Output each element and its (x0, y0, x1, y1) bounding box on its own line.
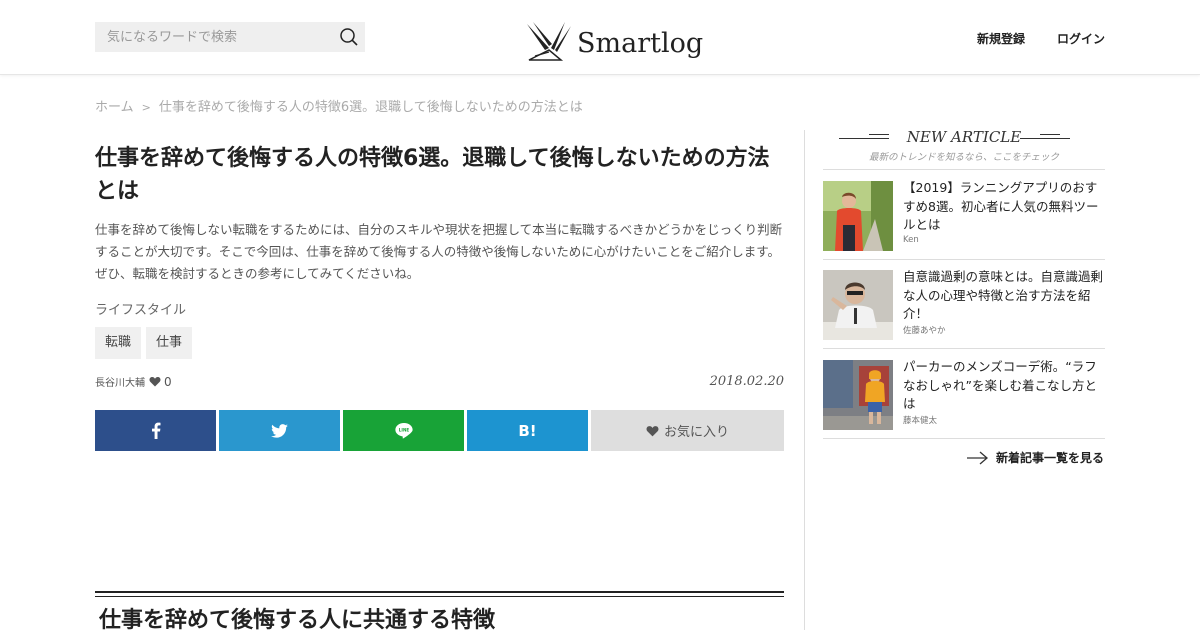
site-header: Smartlog 新規登録 ログイン (0, 0, 1200, 75)
article-card-author: 藤本健太 (903, 416, 938, 426)
logo-text: Smartlog (577, 28, 704, 59)
twitter-share-button[interactable] (219, 410, 340, 451)
tag-item[interactable]: 仕事 (146, 327, 193, 359)
more-articles-label: 新着記事一覧を見る (996, 451, 1105, 465)
column-divider (804, 130, 805, 630)
section-rule (95, 596, 784, 597)
line-share-button[interactable]: LINE (343, 410, 464, 451)
hatena-bookmark-button[interactable]: B! (467, 410, 588, 451)
breadcrumb: ホーム > 仕事を辞めて後悔する人の特徴6選。退職して後悔しないための方法とは (95, 96, 583, 115)
search-input[interactable] (95, 22, 325, 52)
section-rule (95, 591, 784, 593)
publish-date: 2018.02.20 (709, 374, 784, 389)
article-thumbnail[interactable] (823, 360, 893, 430)
article-card[interactable]: パーカーのメンズコーデ術。“ラフなおしゃれ”を楽しむ着こなし方とは 藤本健太 (823, 349, 1105, 439)
search-icon[interactable] (339, 27, 359, 47)
article-card-author: 佐藤あやか (903, 326, 946, 336)
article-thumbnail[interactable] (823, 181, 893, 251)
article-card[interactable]: 自意識過剰の意味とは。自意識過剰な人の心理や特徴と治す方法を紹介！ 佐藤あやか (823, 259, 1105, 349)
arrow-right-icon (967, 451, 988, 464)
new-article-subheading: 最新のトレンドを知るなら、ここをチェック (868, 152, 1059, 163)
facebook-icon (151, 422, 160, 439)
new-article-heading: NEW ARTICLE (906, 128, 1022, 146)
site-logo[interactable]: Smartlog (525, 14, 703, 62)
breadcrumb-separator: > (141, 101, 151, 114)
section-heading: 仕事を辞めて後悔する人に共通する特徴 (99, 608, 496, 630)
article-lead: 仕事を辞めて後悔しない転職をするためには、自分のスキルや現状を把握して本当に転職… (95, 222, 783, 281)
article-thumbnail[interactable] (823, 270, 893, 340)
article-card-title[interactable]: 自意識過剰の意味とは。自意識過剰な人の心理や特徴と治す方法を紹介！ (903, 268, 1105, 324)
like-count: 0 (164, 374, 172, 389)
breadcrumb-current: 仕事を辞めて後悔する人の特徴6選。退職して後悔しないための方法とは (158, 100, 583, 115)
favorite-button[interactable]: お気に入り (591, 410, 784, 451)
heart-icon (646, 425, 659, 436)
article-category[interactable]: ライフスタイル (95, 299, 186, 318)
article-card[interactable]: 【2019】ランニングアプリのおすすめ8選。初心者に人気の無料ツールとは Ken (823, 170, 1105, 260)
register-link[interactable]: 新規登録 (977, 30, 1025, 47)
article-card-title[interactable]: 【2019】ランニングアプリのおすすめ8選。初心者に人気の無料ツールとは (903, 179, 1105, 235)
article-meta: 長谷川大輔 0 (95, 374, 172, 390)
author-name[interactable]: 長谷川大輔 (95, 374, 145, 389)
heart-icon (149, 377, 161, 387)
svg-text:LINE: LINE (398, 428, 409, 433)
logo-bird-icon (527, 22, 571, 61)
hatena-icon: B! (518, 421, 537, 440)
article-card-author: Ken (903, 235, 919, 245)
tag-list: 転職 仕事 (95, 327, 193, 359)
article-card-title[interactable]: パーカーのメンズコーデ術。“ラフなおしゃれ”を楽しむ着こなし方とは (903, 358, 1105, 414)
article-title: 仕事を辞めて後悔する人の特徴6選。退職して後悔しないための方法とは (95, 146, 770, 204)
line-icon: LINE (394, 423, 413, 439)
facebook-share-button[interactable] (95, 410, 216, 451)
login-link[interactable]: ログイン (1057, 30, 1105, 47)
more-articles-link[interactable]: 新着記事一覧を見る (967, 449, 1104, 466)
breadcrumb-home[interactable]: ホーム (95, 100, 134, 115)
favorite-label: お気に入り (663, 425, 729, 440)
tag-item[interactable]: 転職 (95, 327, 142, 359)
twitter-icon (271, 423, 288, 438)
search-box (95, 22, 365, 52)
